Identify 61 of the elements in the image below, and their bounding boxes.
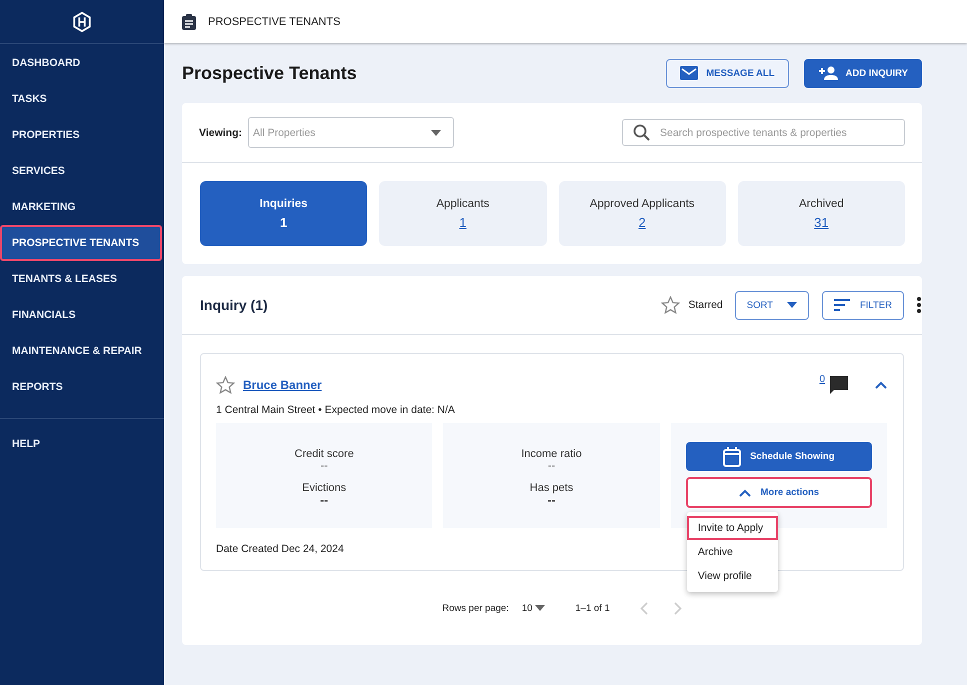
menu-item[interactable]: Invite to Apply — [686, 516, 778, 540]
sidebar-item[interactable]: PROPERTIES — [0, 117, 162, 153]
add-person-icon — [818, 66, 838, 80]
sidebar-item[interactable]: MAINTENANCE & REPAIR — [0, 333, 162, 369]
sidebar-item[interactable]: REPORTS — [0, 369, 162, 405]
logo-icon — [71, 10, 93, 32]
inquiry-details: 1 Central Main Street • Expected move in date: N/A — [216, 404, 456, 416]
sidebar-item[interactable]: TENANTS & LEASES — [0, 261, 162, 297]
caret-icon — [786, 302, 797, 308]
viewing-label: Viewing: — [199, 126, 242, 138]
rows-per-page-select[interactable]: 10 — [522, 602, 546, 614]
sidebar-item[interactable]: DASHBOARD — [0, 45, 162, 81]
calendar-icon — [723, 446, 742, 466]
schedule-showing-button[interactable]: Schedule Showing — [686, 442, 872, 471]
search-icon — [633, 124, 650, 141]
comment-count-link[interactable]: 0 — [819, 374, 825, 385]
sidebar-item[interactable]: TASKS — [0, 81, 162, 117]
rows-per-page-label: Rows per page: — [442, 602, 509, 614]
metric-label: Evictions — [302, 482, 346, 494]
menu-item[interactable]: View profile — [686, 564, 778, 588]
metric-value: -- — [548, 460, 556, 472]
filter-button[interactable]: FILTER — [822, 290, 904, 320]
breadcrumb: PROSPECTIVE TENANTS — [208, 16, 340, 28]
sort-button[interactable]: SORT — [734, 290, 809, 320]
menu-item[interactable]: Archive — [686, 540, 778, 564]
starred-label: Starred — [688, 299, 723, 311]
page-range: 1–1 of 1 — [575, 602, 610, 614]
comment-icon[interactable] — [829, 375, 849, 395]
status-tab[interactable]: Inquiries 1 — [200, 181, 368, 246]
sidebar-item[interactable]: MARKETING — [0, 189, 162, 225]
collapse-icon[interactable] — [875, 381, 887, 389]
sidebar-item[interactable]: HELP — [0, 426, 162, 462]
message-all-button[interactable]: MESSAGE ALL — [666, 58, 789, 88]
metric-label: Has pets — [530, 482, 574, 494]
metric-value: -- — [320, 460, 328, 472]
more-actions-button[interactable]: More actions — [686, 477, 872, 508]
mail-icon — [680, 66, 698, 80]
metric-value: -- — [320, 494, 328, 506]
filter-icon — [834, 299, 850, 311]
dropdown-icon — [430, 130, 441, 136]
star-icon[interactable] — [216, 376, 235, 394]
tenant-name-link[interactable]: Bruce Banner — [243, 378, 322, 392]
status-tab[interactable]: Applicants 1 — [379, 181, 546, 246]
clipboard-icon — [182, 14, 196, 30]
caret-icon — [535, 605, 546, 611]
page-title: Prospective Tenants — [182, 62, 358, 84]
metric-label: Credit score — [294, 448, 354, 460]
search-field[interactable]: Search prospective tenants & properties — [622, 119, 905, 146]
sidebar-item[interactable]: SERVICES — [0, 153, 162, 189]
more-icon[interactable] — [917, 297, 921, 313]
add-inquiry-button[interactable]: ADD INQUIRY — [804, 58, 922, 88]
sidebar-item[interactable]: PROSPECTIVE TENANTS — [0, 225, 162, 261]
date-created: Date Created Dec 24, 2024 — [216, 543, 344, 555]
star-icon[interactable] — [661, 296, 680, 314]
metric-value: -- — [547, 494, 556, 506]
list-title: Inquiry (1) — [200, 297, 269, 313]
chevron-icon — [738, 488, 750, 496]
metric-label: Income ratio — [521, 448, 582, 460]
status-tab[interactable]: Approved Applicants 2 — [558, 181, 726, 246]
status-tab[interactable]: Archived 31 — [738, 181, 905, 246]
sidebar-item[interactable]: FINANCIALS — [0, 297, 162, 333]
